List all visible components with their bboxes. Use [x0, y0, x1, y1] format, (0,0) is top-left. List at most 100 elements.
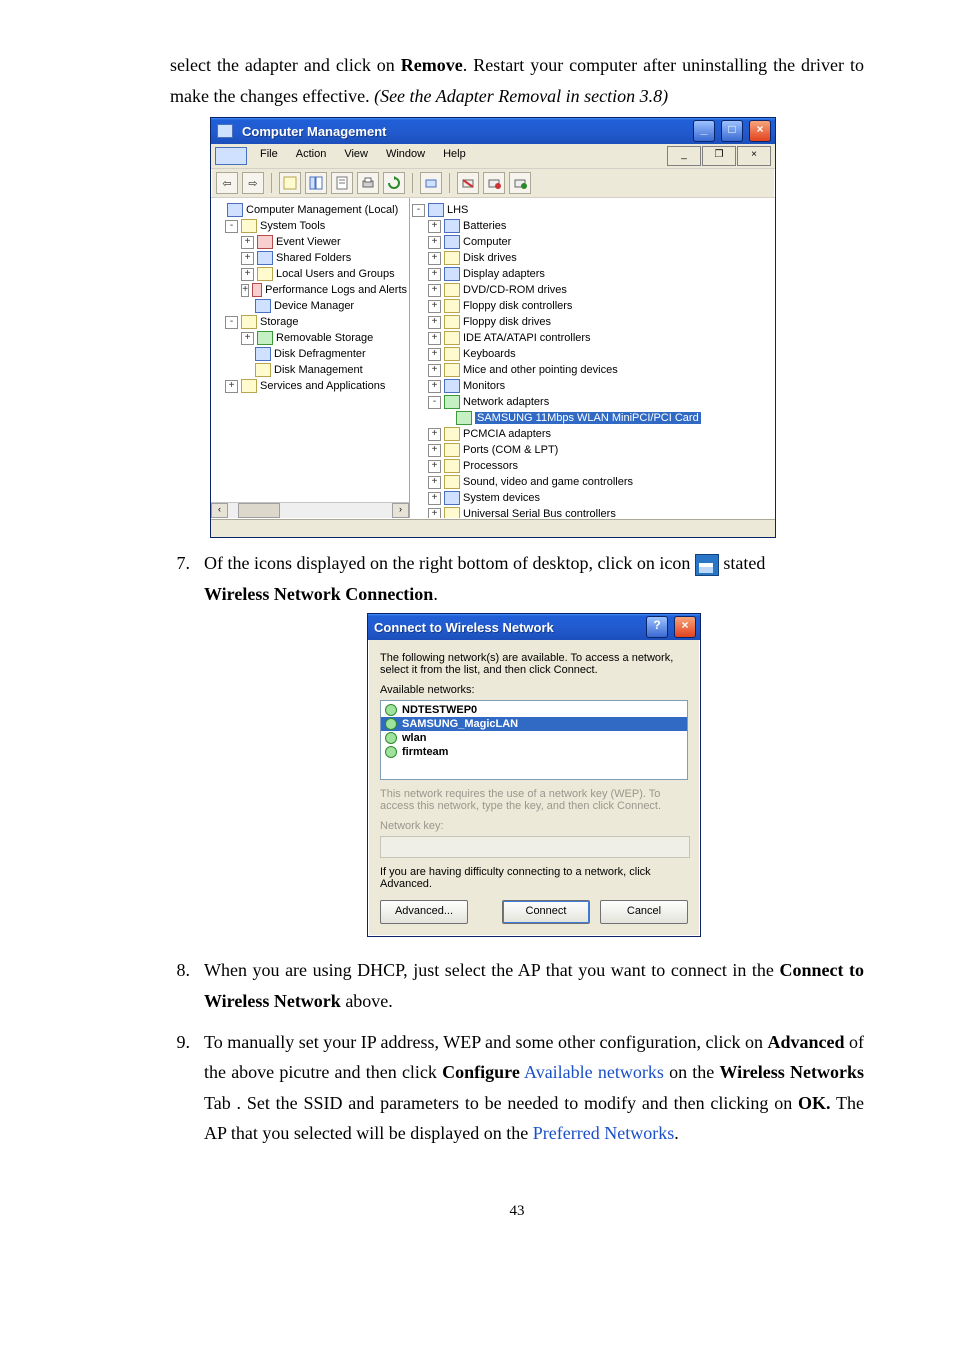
expand-toggle[interactable]: +	[428, 284, 441, 297]
scroll-thumb[interactable]	[238, 503, 280, 518]
menu-view[interactable]: View	[336, 146, 376, 166]
dev-mice[interactable]: Mice and other pointing devices	[463, 364, 618, 376]
expand-toggle[interactable]: +	[428, 380, 441, 393]
dev-display[interactable]: Display adapters	[463, 268, 545, 280]
tree-shared-folders[interactable]: Shared Folders	[276, 252, 351, 264]
dev-sound[interactable]: Sound, video and game controllers	[463, 476, 633, 488]
dialog-close-button[interactable]: ×	[674, 616, 696, 638]
expand-toggle[interactable]: -	[225, 220, 238, 233]
dev-system[interactable]: System devices	[463, 492, 540, 504]
expand-toggle[interactable]: +	[241, 252, 254, 265]
show-hide-button[interactable]	[305, 172, 327, 194]
tree-root[interactable]: Computer Management (Local)	[246, 204, 398, 216]
expand-toggle[interactable]: -	[412, 204, 425, 217]
maximize-button[interactable]: □	[721, 120, 743, 142]
tree-diskmgmt[interactable]: Disk Management	[274, 364, 363, 376]
dev-root[interactable]: LHS	[447, 204, 468, 216]
menu-action[interactable]: Action	[288, 146, 335, 166]
dev-disk-drives[interactable]: Disk drives	[463, 252, 517, 264]
mdi-close-button[interactable]: ×	[737, 146, 771, 166]
expand-toggle[interactable]: +	[428, 444, 441, 457]
dev-ide[interactable]: IDE ATA/ATAPI controllers	[463, 332, 591, 344]
network-item[interactable]: wlan	[381, 731, 687, 745]
titlebar[interactable]: Computer Management _ □ ×	[211, 118, 775, 144]
expand-toggle[interactable]: +	[225, 380, 238, 393]
network-item[interactable]: firmteam	[381, 745, 687, 759]
expand-toggle[interactable]: +	[428, 220, 441, 233]
tree-local-users[interactable]: Local Users and Groups	[276, 268, 395, 280]
mdi-restore-button[interactable]: ❐	[702, 146, 736, 166]
device-scan-button[interactable]	[420, 172, 442, 194]
tree-perf-logs[interactable]: Performance Logs and Alerts	[265, 284, 407, 296]
expand-toggle[interactable]: +	[428, 364, 441, 377]
back-button[interactable]: ⇦	[216, 172, 238, 194]
horizontal-scrollbar[interactable]: ‹ ›	[211, 502, 409, 518]
cancel-button[interactable]: Cancel	[600, 900, 688, 924]
disable-button[interactable]	[483, 172, 505, 194]
properties-button[interactable]	[331, 172, 353, 194]
tree-removable[interactable]: Removable Storage	[276, 332, 373, 344]
expand-toggle[interactable]: +	[241, 284, 249, 297]
refresh-button[interactable]	[383, 172, 405, 194]
dev-pcmcia[interactable]: PCMCIA adapters	[463, 428, 551, 440]
expand-toggle[interactable]: +	[241, 332, 254, 345]
dev-processors[interactable]: Processors	[463, 460, 518, 472]
expand-toggle[interactable]: +	[428, 476, 441, 489]
expand-toggle[interactable]: +	[428, 236, 441, 249]
update-driver-button[interactable]	[509, 172, 531, 194]
expand-toggle[interactable]: +	[428, 268, 441, 281]
mdi-minimize-button[interactable]: _	[667, 146, 701, 166]
tree-system-tools[interactable]: System Tools	[260, 220, 325, 232]
available-networks-list[interactable]: NDTESTWEP0 SAMSUNG_MagicLAN wlan firmtea…	[380, 700, 688, 780]
expand-toggle[interactable]: -	[428, 396, 441, 409]
dev-dvd[interactable]: DVD/CD-ROM drives	[463, 284, 567, 296]
expand-toggle[interactable]: +	[428, 460, 441, 473]
expand-toggle[interactable]: +	[241, 236, 254, 249]
dev-keyboards[interactable]: Keyboards	[463, 348, 516, 360]
network-item-selected[interactable]: SAMSUNG_MagicLAN	[381, 717, 687, 731]
scroll-right-button[interactable]: ›	[392, 503, 409, 518]
step-number: 7.	[170, 548, 190, 949]
network-item[interactable]: NDTESTWEP0	[381, 703, 687, 717]
dialog-titlebar[interactable]: Connect to Wireless Network ? ×	[368, 614, 700, 640]
forward-button[interactable]: ⇨	[242, 172, 264, 194]
advanced-button[interactable]: Advanced...	[380, 900, 468, 924]
connect-button[interactable]: Connect	[502, 900, 590, 924]
expand-toggle[interactable]: +	[428, 508, 441, 519]
print-button[interactable]	[357, 172, 379, 194]
tree-device-manager[interactable]: Device Manager	[274, 300, 354, 312]
expand-toggle[interactable]: +	[428, 348, 441, 361]
dev-net-adapters[interactable]: Network adapters	[463, 396, 549, 408]
tree-event-viewer[interactable]: Event Viewer	[276, 236, 341, 248]
tree-defrag[interactable]: Disk Defragmenter	[274, 348, 366, 360]
help-button[interactable]: ?	[646, 616, 668, 638]
dev-usb[interactable]: Universal Serial Bus controllers	[463, 508, 616, 518]
uninstall-button[interactable]	[457, 172, 479, 194]
up-button[interactable]	[279, 172, 301, 194]
close-button[interactable]: ×	[749, 120, 771, 142]
expand-toggle[interactable]: +	[428, 492, 441, 505]
menu-file[interactable]: File	[252, 146, 286, 166]
dev-batteries[interactable]: Batteries	[463, 220, 506, 232]
menu-window[interactable]: Window	[378, 146, 433, 166]
tree-storage[interactable]: Storage	[260, 316, 299, 328]
dev-floppy-ctrl[interactable]: Floppy disk controllers	[463, 300, 572, 312]
right-tree-pane[interactable]: - LHS + Batteries + Computer + Disk drives +…	[410, 198, 775, 518]
expand-toggle[interactable]: +	[428, 252, 441, 265]
dev-floppy-drv[interactable]: Floppy disk drives	[463, 316, 551, 328]
menu-help[interactable]: Help	[435, 146, 474, 166]
expand-toggle[interactable]: +	[428, 428, 441, 441]
dev-selected-card[interactable]: SAMSUNG 11Mbps WLAN MiniPCI/PCI Card	[475, 412, 701, 424]
expand-toggle[interactable]: +	[428, 300, 441, 313]
dev-ports[interactable]: Ports (COM & LPT)	[463, 444, 558, 456]
dev-computer[interactable]: Computer	[463, 236, 511, 248]
dev-monitors[interactable]: Monitors	[463, 380, 505, 392]
tree-services[interactable]: Services and Applications	[260, 380, 385, 392]
expand-toggle[interactable]: +	[428, 316, 441, 329]
expand-toggle[interactable]: -	[225, 316, 238, 329]
expand-toggle[interactable]: +	[241, 268, 254, 281]
scroll-left-button[interactable]: ‹	[211, 503, 228, 518]
expand-toggle[interactable]: +	[428, 332, 441, 345]
left-tree-pane[interactable]: Computer Management (Local) - System Tool…	[211, 198, 410, 518]
minimize-button[interactable]: _	[693, 120, 715, 142]
